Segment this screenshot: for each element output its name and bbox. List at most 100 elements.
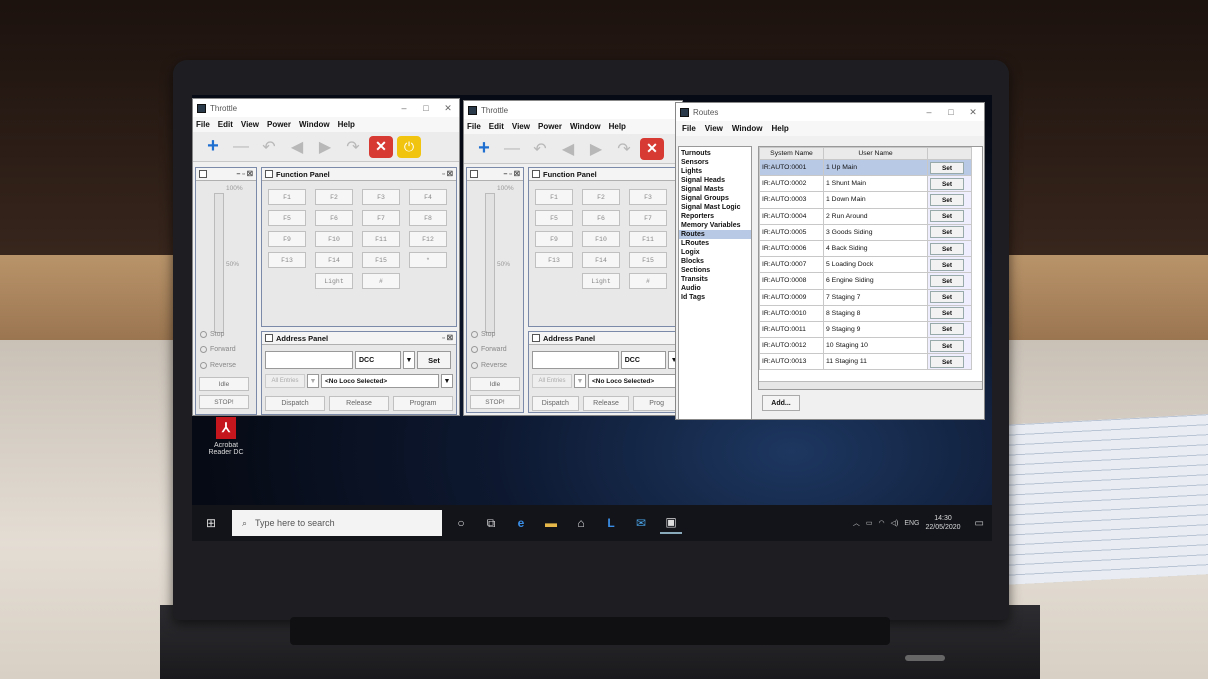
- dispatch-button[interactable]: Dispatch: [265, 396, 325, 411]
- nav-item[interactable]: Signal Mast Logic: [679, 203, 751, 212]
- panel-checkbox[interactable]: [199, 170, 207, 178]
- forward-radio[interactable]: Forward: [471, 346, 507, 353]
- user-name-cell[interactable]: 4 Back Siding: [823, 239, 928, 258]
- set-route-button[interactable]: Set: [930, 210, 964, 223]
- set-route-button[interactable]: Set: [930, 307, 964, 320]
- panel-checkbox[interactable]: [532, 334, 540, 342]
- function-button[interactable]: F5: [268, 210, 306, 226]
- user-name-cell[interactable]: 1 Up Main: [823, 158, 928, 177]
- function-button[interactable]: F12: [409, 231, 447, 247]
- maximize-icon[interactable]: □: [415, 103, 437, 114]
- user-name-cell[interactable]: 1 Down Main: [823, 191, 928, 209]
- function-button[interactable]: *: [409, 252, 447, 268]
- set-route-button[interactable]: Set: [930, 323, 964, 336]
- maximize-icon[interactable]: □: [940, 107, 962, 118]
- table-row[interactable]: IR:AUTO:0010 8 Staging 8 Set: [759, 304, 972, 322]
- chevron-down-icon[interactable]: ▼: [574, 374, 586, 388]
- panel-checkbox[interactable]: [265, 334, 273, 342]
- emergency-stop-icon[interactable]: ✕: [369, 135, 393, 158]
- menu-help[interactable]: Help: [771, 124, 788, 133]
- function-button[interactable]: F6: [315, 210, 353, 226]
- remove-throttle-icon[interactable]: —: [229, 136, 253, 158]
- stop-radio[interactable]: Stop: [200, 331, 224, 338]
- function-button[interactable]: F14: [582, 252, 620, 268]
- taskbar-search[interactable]: ⌕ Type here to search: [232, 510, 442, 536]
- function-button[interactable]: F4: [409, 189, 447, 205]
- menu-power[interactable]: Power: [538, 122, 562, 131]
- horizontal-scrollbar[interactable]: [759, 381, 982, 389]
- nav-item[interactable]: LRoutes: [679, 239, 751, 248]
- nav-item[interactable]: Reporters: [679, 212, 751, 221]
- set-route-button[interactable]: Set: [930, 258, 964, 271]
- previous-icon[interactable]: ◀: [285, 136, 309, 158]
- panel-controls-icon[interactable]: ▫ ☒: [442, 334, 453, 342]
- user-name-cell[interactable]: 7 Staging 7: [823, 288, 928, 306]
- undo-icon[interactable]: ↶: [528, 138, 552, 160]
- light-button[interactable]: Light: [315, 273, 353, 289]
- reverse-radio[interactable]: Reverse: [200, 362, 236, 369]
- panel-checkbox[interactable]: [470, 170, 478, 178]
- clock[interactable]: 14:30 22/05/2020: [926, 514, 961, 532]
- nav-item[interactable]: Audio: [679, 284, 751, 293]
- set-route-button[interactable]: Set: [930, 291, 964, 304]
- network-icon[interactable]: ◠: [879, 519, 885, 527]
- function-button[interactable]: F10: [582, 231, 620, 247]
- menu-help[interactable]: Help: [338, 120, 355, 129]
- battery-icon[interactable]: ▭: [866, 519, 873, 527]
- table-row[interactable]: IR:AUTO:0006 4 Back Siding Set: [759, 239, 972, 258]
- protocol-select[interactable]: DCC: [620, 351, 667, 369]
- function-button[interactable]: F11: [629, 231, 667, 247]
- reverse-radio[interactable]: Reverse: [471, 362, 507, 369]
- loco-select[interactable]: <No Loco Selected>: [588, 374, 680, 388]
- menu-file[interactable]: File: [467, 122, 481, 131]
- nav-item-routes[interactable]: Routes: [679, 230, 751, 239]
- cortana-icon[interactable]: ○: [450, 512, 472, 534]
- menu-power[interactable]: Power: [267, 120, 291, 129]
- table-row[interactable]: IR:AUTO:0008 6 Engine Siding Set: [759, 272, 972, 290]
- function-button[interactable]: F2: [315, 189, 353, 205]
- release-button[interactable]: Release: [329, 396, 389, 411]
- language-indicator[interactable]: ENG: [904, 520, 919, 527]
- nav-item[interactable]: Id Tags: [679, 293, 751, 302]
- set-route-button[interactable]: Set: [930, 193, 964, 206]
- table-row[interactable]: IR:AUTO:0004 2 Run Around Set: [759, 207, 972, 225]
- table-row[interactable]: IR:AUTO:0001 1 Up Main Set: [759, 158, 972, 177]
- next-icon[interactable]: ▶: [313, 136, 337, 158]
- nav-item[interactable]: Lights: [679, 167, 751, 176]
- table-row[interactable]: IR:AUTO:0012 10 Staging 10 Set: [759, 337, 972, 355]
- nav-item[interactable]: Turnouts: [679, 149, 751, 158]
- panel-controls-icon[interactable]: ▫ ☒: [442, 170, 453, 178]
- add-throttle-icon[interactable]: +: [472, 137, 496, 160]
- user-name-cell[interactable]: 1 Shunt Main: [823, 175, 928, 193]
- function-button[interactable]: #: [629, 273, 667, 289]
- nav-item[interactable]: Sections: [679, 266, 751, 275]
- function-button[interactable]: F11: [362, 231, 400, 247]
- chevron-down-icon[interactable]: ▼: [307, 374, 319, 388]
- chevron-up-icon[interactable]: ︿: [853, 518, 860, 528]
- windows-start-icon[interactable]: ⊞: [200, 512, 222, 534]
- function-button[interactable]: F9: [535, 231, 573, 247]
- table-row[interactable]: IR:AUTO:0003 1 Down Main Set: [759, 191, 972, 209]
- function-button[interactable]: F1: [268, 189, 306, 205]
- function-button[interactable]: F13: [535, 252, 573, 268]
- task-view-icon[interactable]: ⧉: [480, 512, 502, 534]
- function-button[interactable]: F15: [629, 252, 667, 268]
- power-icon[interactable]: ⏻: [397, 135, 421, 158]
- speed-slider[interactable]: [214, 193, 224, 333]
- table-row[interactable]: IR:AUTO:0005 3 Goods Siding Set: [759, 223, 972, 241]
- table-row[interactable]: IR:AUTO:0007 5 Loading Dock Set: [759, 256, 972, 274]
- user-name-cell[interactable]: 8 Staging 8: [823, 304, 928, 322]
- nav-item[interactable]: Signal Masts: [679, 185, 751, 194]
- stop-button[interactable]: STOP!: [470, 395, 520, 409]
- user-name-cell[interactable]: 5 Loading Dock: [823, 256, 928, 274]
- user-name-cell[interactable]: 11 Staging 11: [823, 353, 928, 371]
- function-button[interactable]: F13: [268, 252, 306, 268]
- set-route-button[interactable]: Set: [930, 339, 964, 352]
- undo-icon[interactable]: ↶: [257, 136, 281, 158]
- menu-window[interactable]: Window: [732, 124, 763, 133]
- function-button[interactable]: F7: [629, 210, 667, 226]
- function-button[interactable]: F14: [315, 252, 353, 268]
- nav-item[interactable]: Signal Groups: [679, 194, 751, 203]
- nav-item[interactable]: Blocks: [679, 257, 751, 266]
- add-route-button[interactable]: Add...: [762, 395, 800, 411]
